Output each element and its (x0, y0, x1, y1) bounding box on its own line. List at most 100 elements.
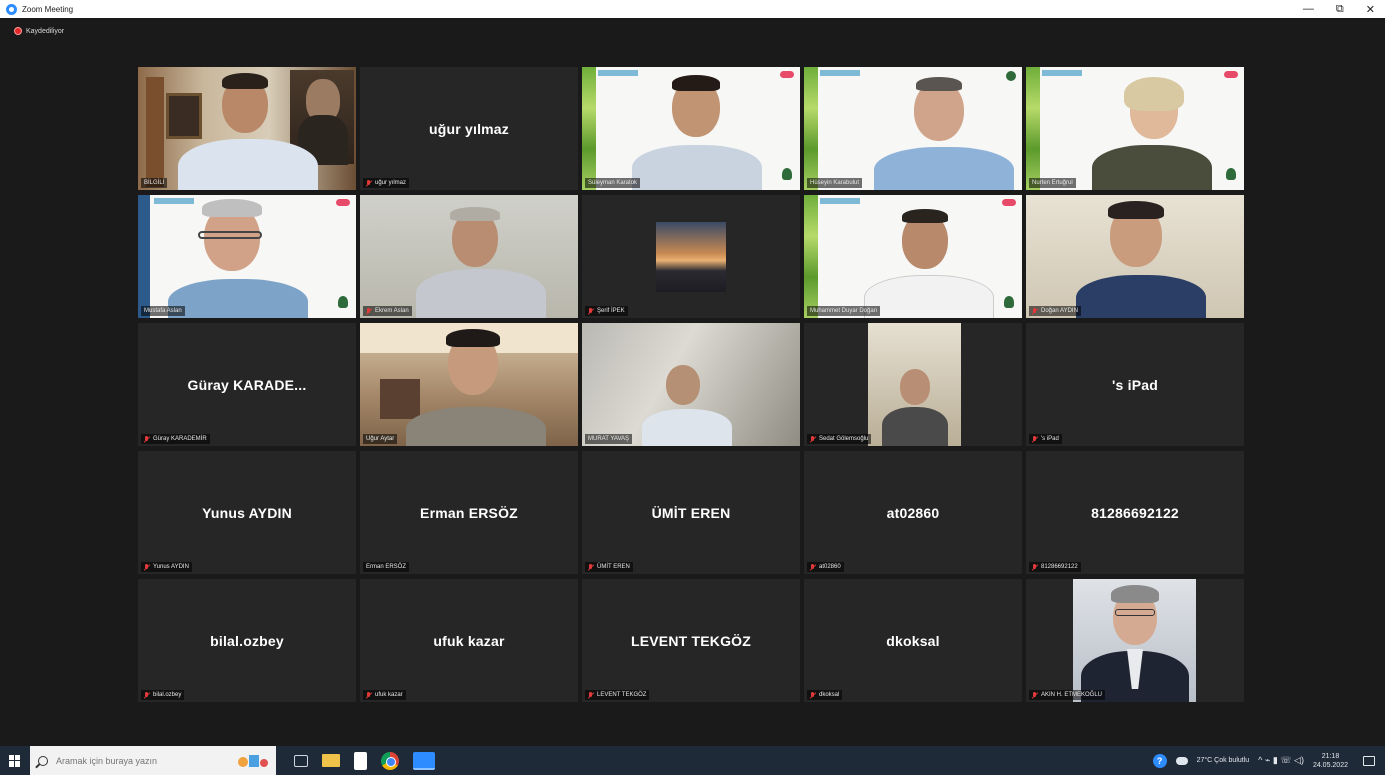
participant-nameplate: Şerif İPEK (585, 306, 628, 316)
participant-display-name: bilal.ozbey (210, 632, 284, 649)
participant-nameplate: Sedat Gölemsoğlu (807, 434, 872, 444)
participant-tile[interactable]: Erman ERSÖZ Erman ERSÖZ (360, 451, 578, 574)
participant-nameplate: Erman ERSÖZ (363, 562, 410, 572)
participant-nameplate: LEVENT TEKGÖZ (585, 690, 650, 700)
participant-name: at02860 (819, 564, 841, 570)
notification-icon[interactable] (1363, 755, 1375, 766)
video-feed (1026, 195, 1244, 318)
mic-muted-icon (144, 563, 150, 571)
participant-tile[interactable]: Yunus AYDIN Yunus AYDIN (138, 451, 356, 574)
windows-taskbar: ? 27°C Çok bulutlu ^ ⌁ ▮ ☏ ◁) 21:18 24.0… (0, 746, 1385, 775)
window-controls: — ⧉ ✕ (1303, 0, 1375, 18)
document-icon[interactable] (354, 751, 367, 770)
participant-tile[interactable]: Sedat Gölemsoğlu (804, 323, 1022, 446)
participant-tile[interactable]: LEVENT TEKGÖZ LEVENT TEKGÖZ (582, 579, 800, 702)
participant-name: Uğur Aytar (366, 436, 395, 442)
participant-tile[interactable]: Ekrem Aslan (360, 195, 578, 318)
participant-tile[interactable]: ufuk kazar ufuk kazar (360, 579, 578, 702)
zoom-taskbar-icon[interactable] (413, 751, 435, 770)
participant-nameplate: uğur yılmaz (363, 178, 410, 188)
video-feed (1026, 67, 1244, 190)
video-feed (804, 323, 1022, 446)
participant-tile[interactable]: 's iPad 's iPad (1026, 323, 1244, 446)
participant-name: Yunus AYDIN (153, 564, 189, 570)
participant-nameplate: Doğan AYDIN (1029, 306, 1081, 316)
participant-nameplate: Yunus AYDIN (141, 562, 192, 572)
tray-icons[interactable]: ^ ⌁ ▮ ☏ ◁) (1258, 755, 1304, 766)
recording-indicator[interactable]: Kaydediliyor (14, 27, 64, 35)
video-feed (360, 195, 578, 318)
participant-tile[interactable]: Hüseyin Karabulut (804, 67, 1022, 190)
participant-tile[interactable]: bilal.ozbey bilal.ozbey (138, 579, 356, 702)
participant-tile[interactable]: 81286692122 81286692122 (1026, 451, 1244, 574)
participant-nameplate: Hüseyin Karabulut (807, 178, 863, 188)
participant-nameplate: AKIN H. ETMEKOĞLU (1029, 690, 1106, 700)
video-feed (138, 67, 356, 190)
windows-logo-icon (9, 754, 21, 767)
participant-display-name: uğur yılmaz (429, 120, 509, 137)
video-feed (582, 323, 800, 446)
participant-tile[interactable]: AKIN H. ETMEKOĞLU (1026, 579, 1244, 702)
taskbar-search[interactable] (30, 746, 276, 775)
participant-tile[interactable]: Şerif İPEK (582, 195, 800, 318)
participant-tile[interactable]: MURAT YAVAŞ (582, 323, 800, 446)
participant-name: ufuk kazar (375, 692, 403, 698)
participant-tile[interactable]: at02860 at02860 (804, 451, 1022, 574)
taskbar-clock[interactable]: 21:18 24.05.2022 (1313, 752, 1348, 770)
mic-muted-icon (588, 563, 594, 571)
minimize-button[interactable]: — (1303, 3, 1314, 15)
close-button[interactable]: ✕ (1366, 3, 1375, 16)
mic-muted-icon (810, 691, 816, 699)
participant-name: Muhammet Duyar Doğan (810, 308, 878, 314)
participant-tile[interactable]: Nurten Ertuğrul (1026, 67, 1244, 190)
gallery-grid: BİLGİLİ uğur yılmaz uğur yılmaz Süleyman… (138, 67, 1244, 702)
window-title: Zoom Meeting (22, 4, 74, 14)
mic-muted-icon (1032, 307, 1038, 315)
participant-nameplate: 's iPad (1029, 434, 1062, 444)
video-feed (804, 195, 1022, 318)
search-input[interactable] (56, 755, 206, 766)
mic-muted-icon (366, 179, 372, 187)
task-view-icon[interactable] (294, 754, 308, 767)
video-feed (138, 195, 356, 318)
participant-tile[interactable]: Doğan AYDIN (1026, 195, 1244, 318)
participant-nameplate: Uğur Aytar (363, 434, 398, 444)
participant-tile[interactable]: Güray KARADE... Güray KARADEMİR (138, 323, 356, 446)
participant-tile[interactable]: Mustafa Aslan (138, 195, 356, 318)
participant-tile[interactable]: ÜMİT EREN ÜMİT EREN (582, 451, 800, 574)
zoom-app-icon (6, 3, 17, 15)
participant-nameplate: Nurten Ertuğrul (1029, 178, 1076, 188)
participant-tile[interactable]: uğur yılmaz uğur yılmaz (360, 67, 578, 190)
search-highlight-icon (238, 755, 268, 767)
mic-muted-icon (810, 563, 816, 571)
participant-tile[interactable]: dkoksal dkoksal (804, 579, 1022, 702)
help-icon[interactable]: ? (1152, 753, 1167, 768)
participant-name: Şerif İPEK (597, 308, 625, 314)
participant-name: BİLGİLİ (144, 180, 165, 186)
participant-tile[interactable]: Uğur Aytar (360, 323, 578, 446)
participant-name: dkoksal (819, 692, 840, 698)
participant-nameplate: BİLGİLİ (141, 178, 168, 188)
participant-display-name: ufuk kazar (433, 632, 505, 649)
mic-muted-icon (810, 435, 816, 443)
weather-text[interactable]: 27°C Çok bulutlu (1197, 757, 1250, 764)
participant-name: LEVENT TEKGÖZ (597, 692, 647, 698)
taskbar-pinned-apps (294, 751, 435, 770)
file-explorer-icon[interactable] (322, 754, 340, 767)
participant-display-name: Güray KARADE... (187, 376, 307, 393)
restore-button[interactable]: ⧉ (1336, 3, 1344, 16)
video-feed (582, 67, 800, 190)
participant-tile[interactable]: BİLGİLİ (138, 67, 356, 190)
participant-name: bilal.ozbey (153, 692, 182, 698)
start-button[interactable] (0, 746, 30, 775)
system-tray: ? 27°C Çok bulutlu ^ ⌁ ▮ ☏ ◁) 21:18 24.0… (1152, 746, 1385, 775)
participant-name: Sedat Gölemsoğlu (819, 436, 869, 442)
meeting-area: Kaydediliyor BİLGİLİ uğur yılmaz uğur yı… (0, 18, 1385, 746)
clock-time: 21:18 (1321, 752, 1340, 760)
mic-muted-icon (144, 435, 150, 443)
participant-tile[interactable]: Süleyman Karatok (582, 67, 800, 190)
profile-picture (656, 222, 726, 292)
chrome-icon[interactable] (381, 751, 399, 770)
participant-tile[interactable]: Muhammet Duyar Doğan (804, 195, 1022, 318)
clock-date: 24.05.2022 (1312, 761, 1348, 769)
